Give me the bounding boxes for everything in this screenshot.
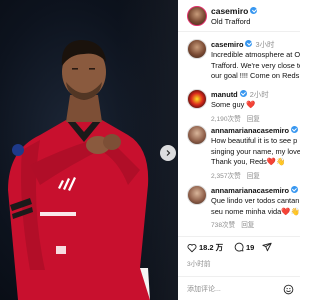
emoji-icon [283,284,294,295]
player-photo [8,40,150,300]
like-count: 18.2 万 [199,243,224,252]
comment-text: annamariana​casemiro How beautiful it is… [211,126,300,168]
share-icon [262,242,272,252]
post-location[interactable]: Old Trafford [211,17,250,26]
comment-icon [234,242,244,252]
reply-button[interactable]: 回复 [247,173,260,180]
comment-line: seu nome minha vida❤️👋 [211,206,300,216]
action-bar: 18.2 万 19 [178,236,300,256]
heart-icon [187,243,197,252]
add-comment-input[interactable]: 添加评论... [187,284,221,294]
comment-button[interactable]: 19 [234,242,254,252]
comment-meta: 738次赞 回复 [211,219,254,229]
author-username[interactable]: casemiro [211,6,258,16]
caption-line: Trafford. We're very close to [211,60,300,70]
commenter-username[interactable]: annamariana​casemiro [211,186,289,195]
reply-button[interactable]: 回复 [241,222,254,229]
share-button[interactable] [262,242,274,252]
caption-line: Incredible atmosphere at O [211,50,300,60]
comment-likes[interactable]: 738次赞 [211,222,235,229]
commenter-avatar[interactable] [187,185,207,205]
caption-avatar[interactable] [187,39,207,59]
emoji-button[interactable] [283,282,294,300]
verified-badge-icon [291,126,299,133]
caption-username[interactable]: casemiro [211,40,243,49]
author-username-text[interactable]: casemiro [211,6,248,16]
caption-text: casemiro 3小时 Incredible atmosphere at O T… [211,40,300,82]
next-photo-button[interactable] [160,145,176,161]
commenter-username[interactable]: annamariana​casemiro [211,126,289,135]
commenter-avatar[interactable] [187,89,207,109]
post-time: 3小时前 [187,261,211,268]
comment-line: How beautiful it is to see p [211,136,298,146]
comment-likes[interactable]: 2,190次赞 [211,116,241,123]
comment-meta: 2,357次赞 回复 [211,170,260,180]
comment-line: singing your name, my love [211,146,300,156]
comment-time: 2小时 [249,90,269,99]
verified-badge-icon [239,90,247,97]
add-comment-bar: 添加评论... [178,276,300,300]
comment-line: Que lindo ver todos cantan [211,196,300,206]
commenter-username[interactable]: manutd [211,90,238,99]
caption-time: 3小时 [255,40,275,49]
chevron-right-icon [166,150,171,156]
comment-line: Some guy ❤️ [211,100,256,110]
instagram-post-viewer: casemiro Old Trafford casemiro 3小时 Incred… [0,0,300,300]
comment-text: annamariana​casemiro Que lindo ver todos… [211,186,300,217]
post-header: casemiro Old Trafford [178,0,300,32]
post-side-panel: casemiro Old Trafford casemiro 3小时 Incred… [178,0,300,300]
comment-meta: 2,190次赞 回复 [211,113,260,123]
caption-line: our goal !!!! Come on Reds [211,71,300,81]
reply-button[interactable]: 回复 [247,116,260,123]
verified-badge-icon [245,40,253,47]
comments-list: casemiro 3小时 Incredible atmosphere at O T… [178,33,300,233]
verified-badge-icon [291,186,299,193]
comment-count: 19 [246,242,255,252]
comment-likes[interactable]: 2,357次赞 [211,173,241,180]
verified-badge-icon [250,7,258,14]
commenter-avatar[interactable] [187,125,207,145]
comment-line: Thank you, Reds❤️👋 [211,157,286,167]
author-avatar[interactable] [187,6,207,26]
comment-text: manutd 2小时 Some guy ❤️ [211,90,300,111]
post-photo[interactable] [0,0,178,300]
like-button[interactable]: 18.2 万 [187,242,223,253]
